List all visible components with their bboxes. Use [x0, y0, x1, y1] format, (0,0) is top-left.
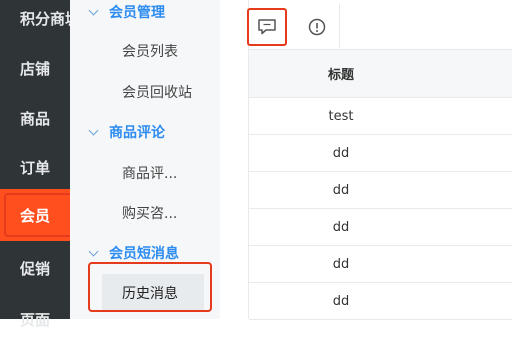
- message-table: 标题 test dd dd dd dd dd: [249, 50, 512, 320]
- column-header-title[interactable]: 标题: [249, 50, 512, 98]
- table-row[interactable]: dd: [249, 246, 512, 283]
- nav-item-label: 商品: [20, 109, 51, 128]
- nav-item-label: 页面: [20, 310, 51, 329]
- nav-item-products[interactable]: 商品: [0, 92, 70, 144]
- menu-item-purchase-inquiries[interactable]: 购买咨...: [122, 201, 212, 225]
- menu-item-member-recycle-bin[interactable]: 会员回收站: [122, 80, 212, 104]
- nav-item-members[interactable]: 会员: [0, 189, 70, 241]
- table-row[interactable]: dd: [249, 172, 512, 209]
- nav-item-pages[interactable]: 页面: [0, 293, 70, 345]
- main-nav-rail: 积分商城 店铺 商品 订单 会员 促销 页面: [0, 0, 70, 329]
- table-row[interactable]: dd: [249, 283, 512, 320]
- chevron-down-icon: [88, 5, 99, 15]
- secondary-menu: 会员管理 会员列表 会员回收站 商品评论 商品评... 购买咨... 会员短消息…: [70, 0, 220, 319]
- nav-item-store[interactable]: 店铺: [0, 42, 70, 94]
- nav-item-label: 促销: [20, 259, 51, 278]
- info-button[interactable]: [297, 8, 337, 46]
- info-circle-icon: [308, 18, 326, 36]
- menu-item-product-comments[interactable]: 商品评...: [122, 161, 212, 185]
- message-view-button[interactable]: [247, 8, 287, 46]
- content-gutter: [220, 0, 248, 319]
- table-row[interactable]: dd: [249, 135, 512, 172]
- main-content: 标题 test dd dd dd dd dd: [247, 0, 512, 320]
- nav-item-points-mall[interactable]: 积分商城: [0, 0, 70, 44]
- chevron-down-icon: [88, 125, 99, 135]
- nav-item-label: 会员: [20, 206, 51, 225]
- menu-item-message-history[interactable]: 历史消息: [102, 274, 204, 312]
- table-row[interactable]: dd: [249, 209, 512, 246]
- nav-item-label: 订单: [20, 158, 51, 177]
- menu-item-member-list[interactable]: 会员列表: [122, 39, 212, 63]
- menu-group-member-management[interactable]: 会员管理: [88, 0, 165, 24]
- menu-group-title: 会员管理: [109, 5, 165, 21]
- message-icon: [258, 19, 276, 35]
- toolbar: [247, 0, 512, 50]
- menu-group-title: 商品评论: [109, 125, 165, 141]
- nav-item-label: 积分商城: [20, 9, 70, 28]
- menu-group-title: 会员短消息: [109, 246, 179, 262]
- chevron-down-icon: [88, 246, 99, 256]
- nav-item-promotions[interactable]: 促销: [0, 242, 70, 294]
- menu-group-product-reviews[interactable]: 商品评论: [88, 120, 165, 144]
- nav-item-orders[interactable]: 订单: [0, 141, 70, 193]
- menu-group-member-messages[interactable]: 会员短消息: [88, 241, 179, 265]
- nav-item-label: 店铺: [20, 59, 51, 78]
- table-row[interactable]: test: [249, 98, 512, 135]
- toolbar-divider: [339, 4, 340, 48]
